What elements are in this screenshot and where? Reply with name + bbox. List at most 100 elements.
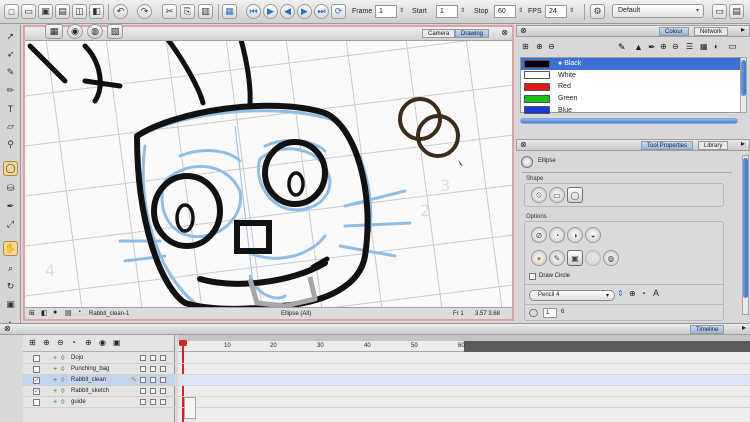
layer-visibility-checkbox[interactable]: [33, 398, 40, 406]
pencil-preset-icon[interactable]: ◔: [641, 289, 646, 298]
play-icon[interactable]: ▶: [263, 4, 278, 19]
settings-icon[interactable]: ⚙: [590, 4, 605, 19]
panel-menu-icon[interactable]: ▸: [741, 25, 745, 34]
panel-close-icon[interactable]: ⊗: [520, 140, 527, 149]
preview-icon[interactable]: ◧: [41, 309, 48, 317]
layer-outline-icon[interactable]: [150, 377, 156, 383]
camera-icon[interactable]: ▣: [3, 297, 18, 312]
layer-visibility-checkbox[interactable]: [33, 354, 40, 362]
layer-visibility-checkbox[interactable]: ✓: [33, 376, 40, 384]
tab-colour[interactable]: Colour: [659, 27, 689, 36]
eraser-icon[interactable]: ▱: [3, 119, 18, 134]
layer-expand-icon[interactable]: +: [53, 366, 57, 373]
stop-field[interactable]: 60: [494, 5, 516, 18]
layer-expand-icon[interactable]: +: [53, 399, 57, 406]
fps-field[interactable]: 24: [545, 5, 567, 18]
pencil-style-select[interactable]: Pencil 4 ▾: [529, 290, 615, 301]
tab-tool-properties[interactable]: Tool Properties: [641, 141, 694, 150]
palette-icon[interactable]: ⊞: [522, 42, 529, 51]
shape-rectangle-icon[interactable]: ▭: [549, 187, 565, 203]
toggle-all-icon[interactable]: ▣: [113, 338, 121, 347]
remove-colour-icon[interactable]: ⊖: [672, 42, 679, 51]
undo-icon[interactable]: ↶: [113, 4, 128, 19]
panel-close-icon[interactable]: ⊗: [4, 324, 11, 333]
new-icon[interactable]: □: [4, 4, 19, 19]
layer-lock-icon[interactable]: [140, 355, 146, 361]
tool-properties-scrollbar[interactable]: [742, 155, 749, 315]
layer-colour-icon[interactable]: [160, 377, 166, 383]
first-frame-icon[interactable]: ⏮: [246, 4, 261, 19]
scrollbar-thumb[interactable]: [741, 60, 746, 96]
transform-icon[interactable]: ⤢: [3, 217, 18, 232]
pencil-preset-add-icon[interactable]: ⊕: [629, 289, 636, 298]
colour-grid-view-icon[interactable]: ▦: [700, 42, 708, 51]
save-icon[interactable]: ▣: [38, 4, 53, 19]
panel-menu-icon[interactable]: ▸: [741, 139, 745, 148]
panel-close-icon[interactable]: ⊗: [520, 26, 527, 35]
scrollbar-thumb[interactable]: [743, 158, 748, 298]
lock-icon[interactable]: ◉: [99, 338, 106, 347]
tab-timeline[interactable]: Timeline: [690, 325, 725, 334]
colour-swatch-white[interactable]: White: [521, 70, 741, 82]
next-frame-icon[interactable]: ▶: [297, 4, 312, 19]
select-arrow-icon[interactable]: ➚: [3, 29, 18, 44]
frame-stepper[interactable]: ⇕: [398, 5, 405, 18]
start-field[interactable]: 1: [436, 5, 458, 18]
remove-palette-icon[interactable]: ⊖: [548, 42, 555, 51]
size-field[interactable]: 1: [543, 308, 557, 318]
pencil-colour-icon[interactable]: ✎: [618, 42, 626, 53]
layer-outline-icon[interactable]: [150, 388, 156, 394]
scene-icon[interactable]: ◧: [89, 4, 104, 19]
layer-expand-icon[interactable]: +: [53, 377, 57, 384]
layer-outline-icon[interactable]: [150, 399, 156, 405]
scissors-icon[interactable]: ✂: [162, 4, 177, 19]
layer-row-rabbit-sketch[interactable]: ✓ + ◊ Rabbit_sketch: [23, 386, 175, 397]
colour-tint-icon[interactable]: ◐: [714, 42, 719, 51]
layer-row-rabbit-clean[interactable]: ✓ + ◊ Rabbit_clean ✎: [23, 375, 175, 386]
layer-colour-icon[interactable]: [160, 366, 166, 372]
colour-panel-hscrollbar[interactable]: [520, 118, 738, 124]
snap-off-icon[interactable]: ⊘: [531, 227, 547, 243]
snap-align-icon[interactable]: ◒: [585, 227, 601, 243]
draw-circle-checkbox[interactable]: [529, 273, 536, 280]
redo-icon[interactable]: ↷: [137, 4, 152, 19]
open-icon[interactable]: ▭: [21, 4, 36, 19]
auto-fill-icon[interactable]: ●: [531, 250, 547, 266]
layer-outline-icon[interactable]: [150, 355, 156, 361]
workspace-select[interactable]: Default ▾: [612, 4, 704, 18]
add-drawing-layer-icon[interactable]: ⊞: [29, 338, 36, 347]
add-colour-icon[interactable]: ⊕: [660, 42, 667, 51]
colour-swatch-green[interactable]: Green: [521, 93, 741, 105]
frame-row[interactable]: [178, 364, 750, 375]
colour-swatch-black[interactable]: ● Black: [521, 58, 741, 70]
paint-bucket-icon[interactable]: ⛁: [3, 181, 18, 196]
font-icon[interactable]: A: [653, 288, 659, 298]
view-grid-icon[interactable]: ▦: [45, 24, 63, 39]
layer-properties-icon[interactable]: ◔: [71, 338, 76, 347]
brush-icon[interactable]: ✎: [3, 65, 18, 80]
layer-colour-icon[interactable]: [160, 399, 166, 405]
frame-row[interactable]: [178, 397, 750, 408]
colour-settings-icon[interactable]: ▭: [728, 41, 737, 52]
tab-drawing[interactable]: Drawing: [455, 29, 490, 38]
layer-visibility-checkbox[interactable]: ✓: [33, 387, 40, 395]
export-icon[interactable]: ◫: [72, 4, 87, 19]
stop-stepper[interactable]: ⇕: [517, 5, 524, 18]
shape-line-icon[interactable]: ⦸: [531, 187, 547, 203]
tab-network[interactable]: Network: [694, 27, 729, 36]
fps-stepper[interactable]: ⇕: [568, 5, 575, 18]
exposure-cell[interactable]: [184, 397, 196, 419]
add-palette-icon[interactable]: ⊕: [536, 42, 543, 51]
layer-lock-icon[interactable]: [140, 388, 146, 394]
layer-colour-icon[interactable]: [160, 355, 166, 361]
draw-behind-icon[interactable]: ▣: [567, 250, 583, 266]
frame-row[interactable]: [178, 353, 750, 364]
add-layer-icon[interactable]: ⊕: [43, 338, 50, 347]
ellipse-tool-icon[interactable]: ◯: [3, 161, 18, 176]
light-table-icon[interactable]: ◉: [67, 24, 83, 39]
panel-menu-icon[interactable]: ▸: [742, 323, 746, 332]
frame-field[interactable]: 1: [375, 5, 397, 18]
shape-ellipse-icon[interactable]: ◯: [567, 187, 583, 203]
fill-colour-icon[interactable]: ▲: [634, 42, 643, 52]
delete-layer-icon[interactable]: ⊖: [57, 338, 64, 347]
